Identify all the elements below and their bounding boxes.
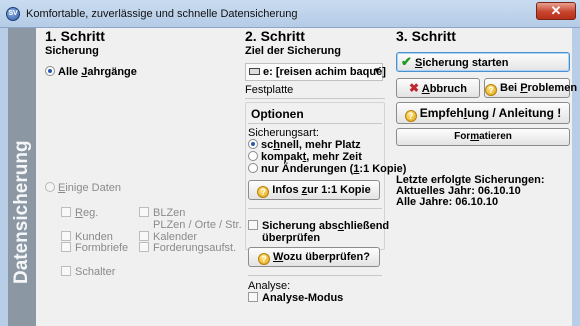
- radio-art-compact-indicator[interactable]: [248, 151, 258, 161]
- check-schalter[interactable]: Schalter: [61, 266, 115, 278]
- infos-copy-button[interactable]: ? Infos zur 1:1 Kopie: [248, 180, 380, 200]
- drive-select[interactable]: e: [reisen achim baqué] ▼: [245, 63, 386, 81]
- last-backup-all-years: Alle Jahre: 06.10.10: [396, 196, 499, 208]
- analyse-label: Analyse:: [248, 280, 291, 292]
- check-schalter-box[interactable]: [61, 266, 71, 276]
- help-icon: ?: [258, 253, 271, 265]
- problems-button[interactable]: ? Bei Problemen: [484, 78, 577, 98]
- check-kalender-box[interactable]: [139, 231, 149, 241]
- check-forderungsaufst-box[interactable]: [139, 242, 149, 252]
- abort-icon: ✖: [409, 81, 420, 95]
- side-label: Datensicherung: [11, 140, 32, 284]
- radio-art-changes[interactable]: nur Änderungen (1:1 Kopie): [248, 163, 406, 175]
- side-band: Datensicherung: [8, 28, 36, 326]
- step2-subheading: Ziel der Sicherung: [245, 45, 341, 57]
- client-area: Datensicherung 1. Schritt Sicherung Alle…: [8, 28, 577, 326]
- radio-art-fast-indicator[interactable]: [248, 139, 258, 149]
- radio-art-changes-indicator[interactable]: [248, 163, 258, 173]
- drive-icon: [249, 68, 260, 75]
- recommendation-button[interactable]: ? Empfehlung / Anleitung !: [396, 102, 570, 124]
- separator: [248, 208, 382, 209]
- check-plzen-label: PLZen / Orte / Str.: [153, 219, 242, 231]
- help-icon: ?: [404, 110, 417, 122]
- step3-heading: 3. Schritt: [396, 28, 456, 44]
- check-verify-line2: überprüfen: [262, 232, 321, 244]
- separator: [245, 98, 385, 99]
- separator: [248, 275, 382, 276]
- why-verify-button[interactable]: ? Wozu überprüfen?: [248, 247, 380, 267]
- window-frame-left: [0, 28, 8, 326]
- check-kunden-box[interactable]: [61, 231, 71, 241]
- check-forderungsaufst[interactable]: Forderungsaufst.: [139, 242, 236, 254]
- art-label: Sicherungsart:: [248, 127, 319, 139]
- close-button[interactable]: ✕: [536, 2, 576, 20]
- radio-all-years[interactable]: Alle Jahrgänge: [45, 66, 137, 78]
- radio-some-data-indicator[interactable]: [45, 182, 55, 192]
- step1-subheading: Sicherung: [45, 45, 99, 57]
- check-verify-box[interactable]: [248, 220, 258, 230]
- options-heading: Optionen: [251, 107, 304, 121]
- separator: [248, 123, 382, 124]
- app-icon: SV: [6, 7, 20, 21]
- abort-button[interactable]: ✖ Abbruch: [396, 78, 480, 98]
- window-title: Komfortable, zuverlässige und schnelle D…: [26, 8, 298, 20]
- format-button[interactable]: Formatieren: [396, 128, 570, 146]
- step1-heading: 1. Schritt: [45, 28, 105, 44]
- step2-heading: 2. Schritt: [245, 28, 305, 44]
- check-reg[interactable]: Reg.: [61, 207, 98, 219]
- drive-type: Festplatte: [245, 84, 294, 96]
- radio-art-fast[interactable]: schnell, mehr Platz: [248, 139, 361, 151]
- check-analyse-mode-box[interactable]: [248, 292, 258, 302]
- check-analyse-mode[interactable]: Analyse-Modus: [248, 292, 343, 304]
- window-frame-right: [572, 28, 580, 326]
- check-verify[interactable]: Sicherung abschließend: [248, 220, 389, 232]
- chevron-down-icon: ▼: [373, 66, 381, 75]
- title-bar: SV Komfortable, zuverlässige und schnell…: [0, 0, 580, 28]
- check-formbriefe-box[interactable]: [61, 242, 71, 252]
- radio-some-data[interactable]: Einige Daten: [45, 182, 121, 194]
- radio-art-compact[interactable]: kompakt, mehr Zeit: [248, 151, 362, 163]
- check-formbriefe[interactable]: Formbriefe: [61, 242, 128, 254]
- help-icon: ?: [485, 84, 497, 96]
- check-blzen[interactable]: BLZen: [139, 207, 185, 219]
- start-backup-button[interactable]: ✔ Sicherung starten: [396, 52, 570, 72]
- help-icon: ?: [257, 186, 270, 198]
- check-blzen-box[interactable]: [139, 207, 149, 217]
- checkmark-icon: ✔: [401, 54, 412, 69]
- radio-all-years-indicator[interactable]: [45, 66, 55, 76]
- check-reg-box[interactable]: [61, 207, 71, 217]
